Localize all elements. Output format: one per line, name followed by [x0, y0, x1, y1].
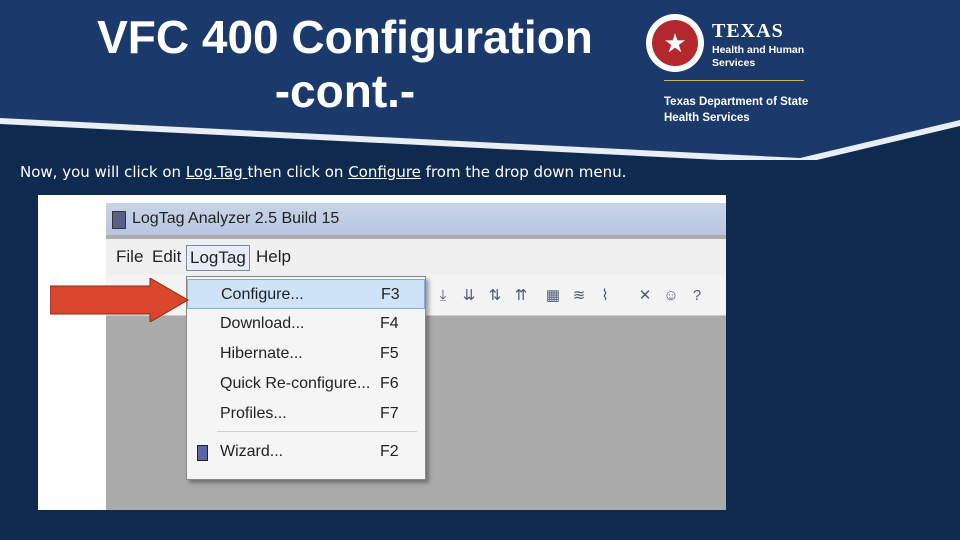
- logo-department: Texas Department of State Health Service…: [664, 96, 809, 124]
- menu-item-label: Configure...: [221, 286, 304, 303]
- instruction-text: Now, you will click on Log.Tag then clic…: [20, 162, 626, 182]
- tools-icon[interactable]: ✕: [636, 287, 654, 305]
- logo-divider: [664, 80, 804, 81]
- menu-file[interactable]: File: [116, 245, 143, 269]
- menu-item-shortcut: F3: [381, 286, 400, 303]
- help-icon[interactable]: ?: [688, 287, 706, 305]
- menu-item-profiles[interactable]: Profiles... F7: [187, 399, 425, 429]
- menu-item-shortcut: F5: [380, 345, 399, 362]
- menu-item-shortcut: F4: [380, 315, 399, 332]
- download-icon[interactable]: ⤓: [434, 287, 452, 305]
- red-arrow-icon: [50, 278, 189, 322]
- screenshot-panel: LogTag Analyzer 2.5 Build 15 File Edit L…: [38, 195, 726, 510]
- menu-item-quick-reconfigure[interactable]: Quick Re-configure... F6: [187, 369, 425, 399]
- screenshot-margin: [38, 195, 106, 510]
- menu-item-label: Quick Re-configure...: [220, 375, 371, 392]
- menu-help[interactable]: Help: [256, 245, 291, 269]
- logtag-app-window: LogTag Analyzer 2.5 Build 15 File Edit L…: [106, 203, 726, 510]
- menu-separator: [217, 431, 417, 432]
- window-titlebar: LogTag Analyzer 2.5 Build 15: [106, 203, 726, 235]
- users-icon[interactable]: ☺: [662, 287, 680, 305]
- instruction-part-1: Now, you will click on: [20, 163, 186, 181]
- title-line-1: VFC 400 Configuration: [97, 11, 593, 63]
- logtag-dropdown-menu: Configure... F3 Download... F4 Hibernate…: [186, 276, 426, 480]
- texas-hhs-logo: ★ TEXAS Health and Human Services Texas …: [640, 10, 820, 130]
- graph-icon[interactable]: ≋: [570, 287, 588, 305]
- line-chart-icon[interactable]: ⌇: [596, 287, 614, 305]
- slide-title: VFC 400 Configuration -cont.-: [60, 10, 630, 118]
- menu-item-configure[interactable]: Configure... F3: [187, 279, 425, 309]
- menu-item-wizard[interactable]: Wizard... F2: [187, 437, 425, 467]
- profile-icon[interactable]: ⇈: [512, 287, 530, 305]
- menu-item-label: Download...: [220, 315, 305, 332]
- menu-edit[interactable]: Edit: [152, 245, 181, 269]
- texas-seal-icon: ★: [646, 14, 704, 72]
- instruction-part-2: then click on: [247, 163, 349, 181]
- menu-bar: File Edit LogTag Help: [106, 239, 726, 275]
- logo-sub: Health and Human Services: [712, 44, 805, 69]
- logo-brand: TEXAS: [712, 20, 784, 42]
- menu-item-shortcut: F2: [380, 443, 399, 460]
- wizard-icon: [197, 445, 208, 461]
- menu-item-hibernate[interactable]: Hibernate... F5: [187, 339, 425, 369]
- menu-item-label: Profiles...: [220, 405, 287, 422]
- hibernate-icon[interactable]: ⇊: [460, 287, 478, 305]
- instruction-part-3: from the drop down menu.: [420, 163, 627, 181]
- slide: VFC 400 Configuration -cont.- ★ TEXAS He…: [0, 0, 960, 540]
- logtag-link: Log.Tag: [185, 163, 248, 181]
- app-icon: [112, 211, 126, 229]
- menu-item-label: Hibernate...: [220, 345, 303, 362]
- menu-item-download[interactable]: Download... F4: [187, 309, 425, 339]
- reconfigure-icon[interactable]: ⇅: [486, 287, 504, 305]
- menu-item-shortcut: F6: [380, 375, 399, 392]
- menu-item-label: Wizard...: [220, 443, 284, 460]
- window-title: LogTag Analyzer 2.5 Build 15: [132, 210, 340, 227]
- menu-logtag[interactable]: LogTag: [186, 245, 250, 271]
- chart-icon[interactable]: ▦: [544, 287, 562, 305]
- title-line-2: -cont.-: [274, 65, 416, 117]
- configure-link: Configure: [348, 163, 421, 181]
- menu-item-shortcut: F7: [380, 405, 399, 422]
